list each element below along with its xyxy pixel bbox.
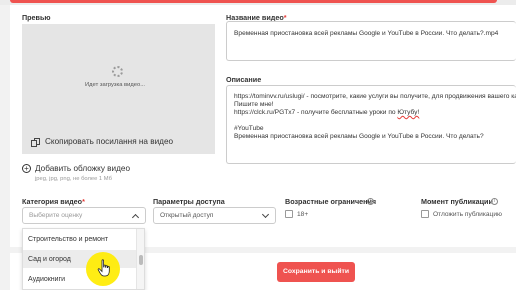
info-icon[interactable]: i	[367, 198, 374, 205]
title-value: Временная приостановка всей рекламы Goog…	[234, 30, 499, 37]
copy-link-button[interactable]: Скопировать посилання на видео	[45, 137, 173, 146]
category-label: Категория видео*	[22, 197, 85, 206]
category-option[interactable]: Аудиокниги	[23, 270, 137, 288]
spinner-icon	[112, 66, 123, 77]
info-icon[interactable]: i	[491, 198, 498, 205]
add-cover-button[interactable]: Добавить обложку видео	[35, 164, 130, 173]
access-value: Открытый доступ	[160, 212, 214, 219]
save-and-exit-button[interactable]: Сохранить и выйти	[277, 262, 355, 282]
category-option[interactable]: Строительство и ремонт	[23, 230, 137, 248]
age-checkbox[interactable]	[285, 210, 293, 218]
category-placeholder: Выберите оценку	[29, 212, 83, 219]
description-line: Временная приостановка всей рекламы Goog…	[234, 133, 484, 140]
description-line: https://clck.ru/PGTx7 - получите бесплат…	[234, 109, 420, 116]
access-select[interactable]: Открытый доступ	[153, 207, 276, 224]
dropdown-scrollbar[interactable]	[136, 229, 144, 289]
age-label: Возрастные ограничения	[285, 197, 377, 206]
copy-icon[interactable]	[31, 138, 40, 147]
video-preview	[22, 24, 215, 154]
category-option[interactable]: Сад и огород	[23, 250, 137, 268]
cover-hint: jpeg, jpg, png, не более 1 Мб	[35, 176, 112, 182]
description-line: Пишите мне!	[234, 101, 274, 108]
publish-time-label: Момент публикации	[421, 197, 493, 206]
chevron-up-icon	[131, 213, 140, 222]
accent-strip	[10, 0, 497, 3]
pointer-cursor-icon	[97, 259, 110, 277]
category-dropdown: Строительство и ремонт Сад и огород Ауди…	[22, 228, 145, 290]
chevron-down-icon	[261, 210, 270, 219]
loading-text: Идет загрузка видео...	[85, 82, 146, 88]
description-label: Описание	[226, 75, 262, 84]
schedule-checkbox[interactable]	[421, 210, 429, 218]
access-label: Параметры доступа	[153, 197, 225, 206]
description-line: #YouTube	[234, 125, 264, 132]
plus-circle-icon[interactable]: +	[22, 164, 31, 173]
age-checkbox-label: 18+	[297, 211, 309, 218]
description-line: https://tominvv.ru/uslugi/ - посмотрите,…	[234, 93, 516, 100]
schedule-checkbox-label: Отложить публикацию	[433, 211, 502, 218]
scrollbar-thumb[interactable]	[139, 255, 143, 265]
description-line	[234, 117, 509, 125]
title-input[interactable]: Временная приостановка всей рекламы Goog…	[226, 21, 516, 61]
description-textarea[interactable]: https://tominvv.ru/uslugi/ - посмотрите,…	[226, 85, 516, 164]
preview-label: Превью	[22, 13, 51, 22]
category-select[interactable]: Выберите оценку	[22, 207, 146, 224]
misspelled-word: Ютубу!	[397, 109, 420, 116]
